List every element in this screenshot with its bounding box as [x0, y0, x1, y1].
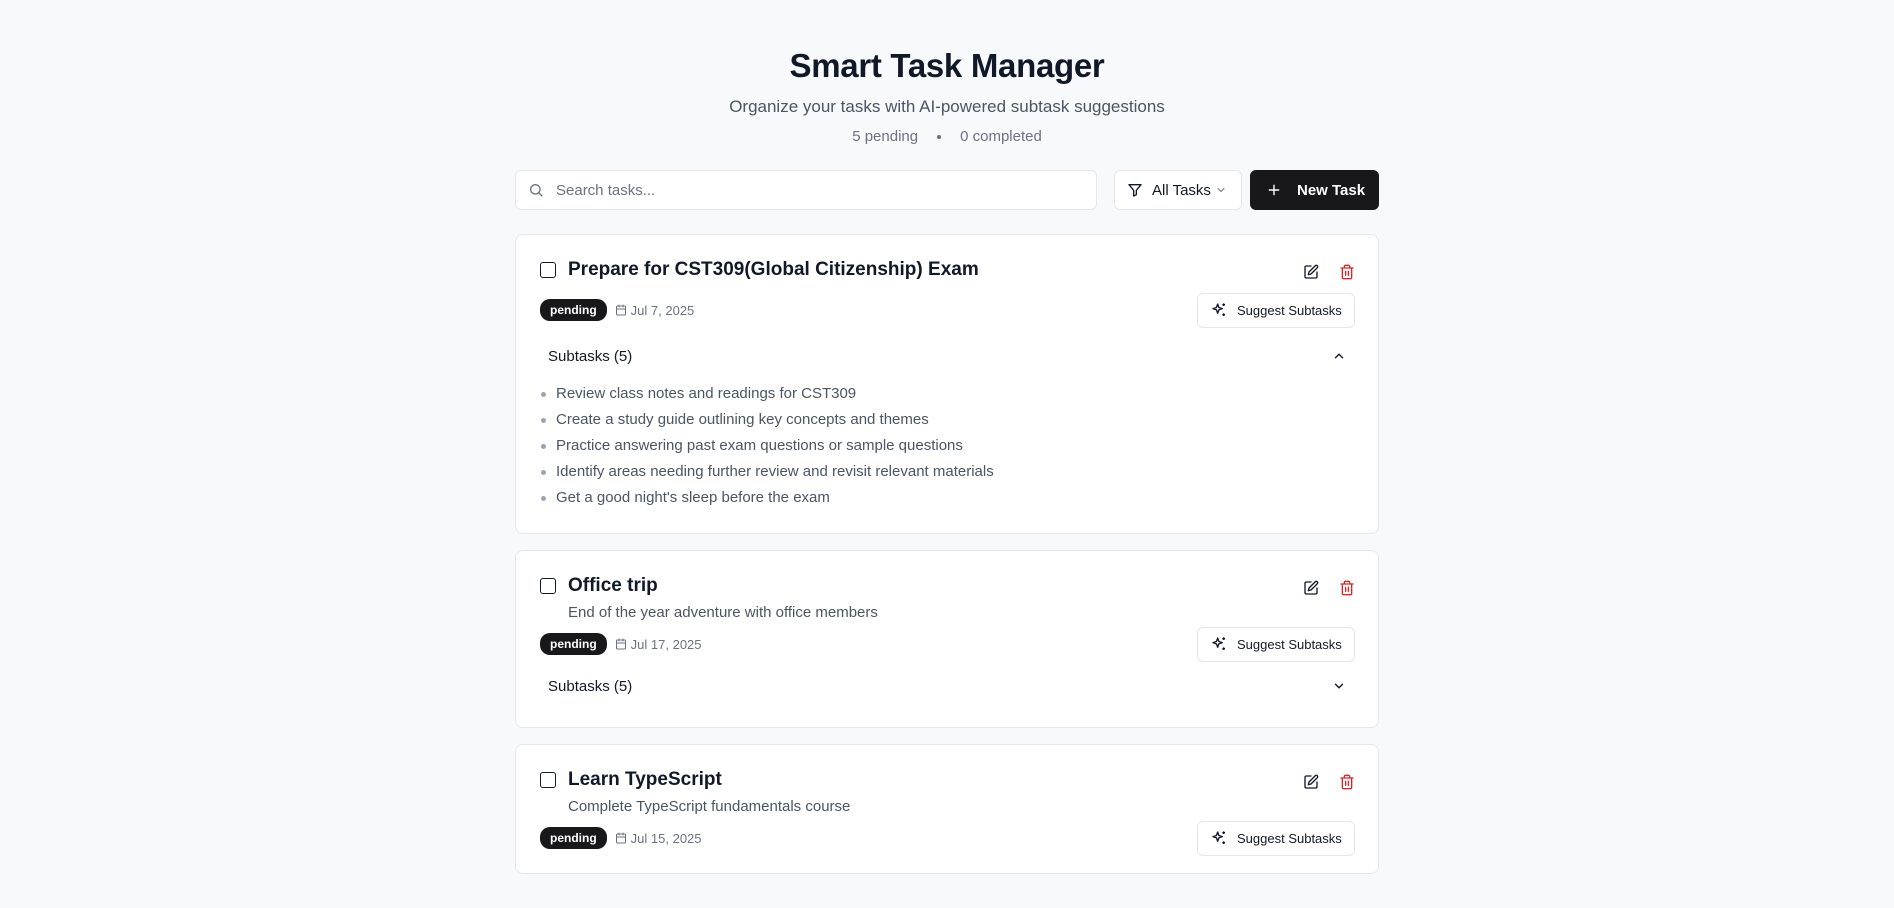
subtask-text: Get a good night's sleep before the exam [556, 489, 830, 506]
task-stats: 5 pending 0 completed [515, 127, 1379, 147]
toolbar: All Tasks New Task [515, 170, 1379, 210]
task-header: Prepare for CST309(Global Citizenship) E… [540, 259, 1354, 281]
task-checkbox[interactable] [540, 578, 556, 594]
bullet [541, 443, 546, 449]
chevron-down-icon [1334, 683, 1344, 689]
completed-count: 0 completed [960, 128, 1042, 145]
trash-icon [1340, 264, 1354, 280]
pending-count: 5 pending [852, 128, 919, 145]
subtask-text: Create a study guide outlining key conce… [556, 411, 929, 428]
new-task-label: New Task [1297, 181, 1366, 199]
status-badge: pending [540, 827, 607, 849]
task-meta: pending Jul 7, 2025 Suggest Subtasks [540, 292, 1355, 328]
delete-button[interactable] [1338, 263, 1356, 281]
task-card: Office trip End of the year adventure wi… [515, 550, 1379, 728]
task-checkbox[interactable] [540, 772, 556, 788]
subtask-text: Review class notes and readings for CST3… [556, 385, 857, 402]
task-card: Prepare for CST309(Global Citizenship) E… [515, 234, 1379, 534]
delete-button[interactable] [1338, 773, 1356, 791]
task-actions [1302, 773, 1356, 791]
page-header: Smart Task Manager Organize your tasks w… [515, 0, 1379, 147]
task-meta: pending Jul 17, 2025 Suggest Subtasks [540, 626, 1355, 662]
suggest-subtasks-label: Suggest Subtasks [1237, 830, 1342, 846]
edit-button[interactable] [1302, 579, 1320, 597]
separator-dot [937, 135, 942, 139]
filter-icon [1128, 184, 1142, 197]
task-meta: pending Jul 15, 2025 Suggest Subtasks [540, 820, 1355, 856]
bullet [541, 417, 546, 423]
search-box [515, 170, 1097, 210]
search-input[interactable] [556, 181, 1076, 199]
app-container: Smart Task Manager Organize your tasks w… [515, 0, 1379, 874]
task-meta-left: pending Jul 15, 2025 [540, 827, 702, 849]
subtask-text: Identify areas needing further review an… [556, 463, 994, 480]
trash-icon [1340, 774, 1354, 790]
edit-icon [1304, 264, 1319, 279]
search-icon [530, 184, 543, 197]
task-header: Office trip [540, 575, 1354, 597]
task-checkbox[interactable] [540, 262, 556, 278]
chevron-up-icon [1334, 353, 1344, 359]
status-badge: pending [540, 633, 607, 655]
suggest-subtasks-button[interactable]: Suggest Subtasks [1197, 292, 1355, 328]
subtask-item: Identify areas needing further review an… [540, 459, 1354, 485]
task-meta-left: pending Jul 17, 2025 [540, 633, 702, 655]
task-date: Jul 7, 2025 [615, 302, 695, 318]
chevron-down-icon [1217, 188, 1225, 193]
edit-icon [1304, 774, 1319, 789]
new-task-button[interactable]: New Task [1250, 170, 1379, 210]
task-list: Prepare for CST309(Global Citizenship) E… [515, 234, 1379, 874]
sparkles-icon [1212, 831, 1225, 844]
bullet [541, 495, 546, 501]
task-actions [1302, 263, 1356, 281]
edit-button[interactable] [1302, 773, 1320, 791]
subtasks-toggle[interactable]: Subtasks (5) [540, 675, 1354, 697]
sparkles-icon [1212, 303, 1225, 316]
delete-button[interactable] [1338, 579, 1356, 597]
subtasks-title: Subtasks (5) [548, 347, 633, 365]
task-title: Learn TypeScript [568, 769, 722, 790]
edit-icon [1304, 580, 1319, 595]
task-description: End of the year adventure with office me… [568, 604, 878, 621]
calendar-icon [615, 304, 626, 316]
task-date-text: Jul 15, 2025 [630, 830, 702, 846]
subtask-item: Create a study guide outlining key conce… [540, 407, 1354, 433]
calendar-icon [615, 832, 626, 844]
subtask-list: Review class notes and readings for CST3… [540, 381, 1354, 533]
page-subtitle: Organize your tasks with AI-powered subt… [729, 97, 1165, 116]
task-title: Prepare for CST309(Global Citizenship) E… [568, 259, 979, 280]
task-date: Jul 15, 2025 [615, 831, 702, 846]
trash-icon [1340, 580, 1354, 596]
subtask-text: Practice answering past exam questions o… [556, 437, 963, 454]
suggest-subtasks-label: Suggest Subtasks [1237, 636, 1342, 652]
suggest-subtasks-button[interactable]: Suggest Subtasks [1197, 820, 1355, 856]
task-date-text: Jul 17, 2025 [630, 636, 702, 652]
subtask-item: Review class notes and readings for CST3… [540, 381, 1354, 407]
sparkles-icon [1212, 637, 1225, 650]
subtask-item: Get a good night's sleep before the exam [540, 485, 1354, 511]
status-badge: pending [540, 299, 607, 321]
task-title: Office trip [568, 575, 658, 596]
subtask-item: Practice answering past exam questions o… [540, 433, 1354, 459]
calendar-icon [615, 638, 626, 650]
edit-button[interactable] [1302, 263, 1320, 281]
suggest-subtasks-label: Suggest Subtasks [1237, 302, 1342, 318]
suggest-subtasks-button[interactable]: Suggest Subtasks [1197, 626, 1355, 662]
task-description: Complete TypeScript fundamentals course [568, 798, 851, 815]
bullet [541, 469, 546, 475]
page-title: Smart Task Manager [789, 47, 1105, 84]
task-header: Learn TypeScript [540, 769, 1354, 791]
task-meta-left: pending Jul 7, 2025 [540, 299, 694, 321]
subtasks-toggle[interactable]: Subtasks (5) [540, 345, 1354, 367]
plus-icon [1268, 184, 1280, 196]
filter-label: All Tasks [1152, 181, 1211, 199]
task-card: Learn TypeScript Complete TypeScript fun… [515, 744, 1379, 874]
task-date: Jul 17, 2025 [615, 637, 702, 652]
subtasks-title: Subtasks (5) [548, 677, 633, 695]
bullet [541, 391, 546, 397]
task-actions [1302, 579, 1356, 597]
filter-dropdown[interactable]: All Tasks [1114, 170, 1242, 210]
task-date-text: Jul 7, 2025 [630, 302, 695, 318]
